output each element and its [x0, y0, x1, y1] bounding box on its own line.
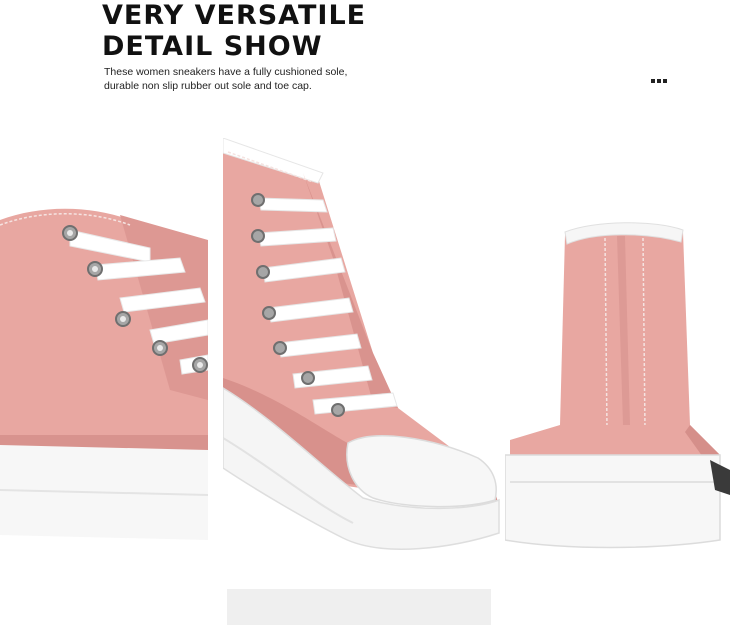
description-line-2: durable non slip rubber out sole and toe…	[104, 80, 312, 92]
product-description: These women sneakers have a fully cushio…	[104, 65, 404, 93]
image-strip-placeholder	[227, 589, 491, 625]
headline: VERY VERSATILE DETAIL SHOW	[102, 0, 366, 62]
sneaker-lace-closeup-image	[0, 190, 208, 550]
sneaker-heel-image	[505, 220, 735, 555]
headline-line-1: VERY VERSATILE	[102, 0, 367, 31]
sneaker-side-toe-cap-image	[223, 138, 501, 558]
headline-line-2: DETAIL SHOW	[102, 31, 323, 62]
ellipsis-icon	[651, 79, 667, 83]
description-line-1: These women sneakers have a fully cushio…	[104, 66, 348, 78]
